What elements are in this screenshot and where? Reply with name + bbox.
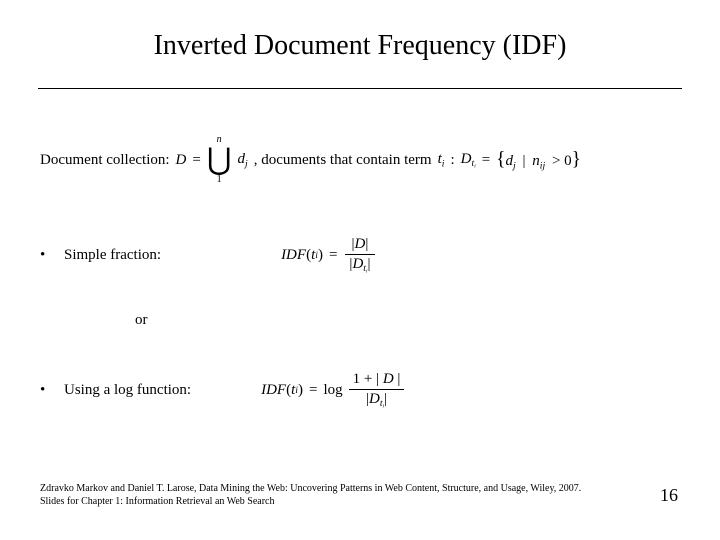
bullet-simple-text: Simple fraction: <box>64 247 161 264</box>
den2-D: D <box>369 391 380 407</box>
math-Dti-i: i <box>474 163 476 169</box>
num2-D: D <box>383 371 394 387</box>
page-number: 16 <box>660 485 678 506</box>
footer-line2: Slides for Chapter 1: Information Retrie… <box>40 496 600 509</box>
bullet-log: • Using a log function: IDF(ti) = log 1 … <box>40 370 406 411</box>
label-contain: , documents that contain term <box>254 152 432 169</box>
bullet-log-text: Using a log function: <box>64 382 191 399</box>
union-symbol: ⋃ <box>207 145 232 175</box>
set-gt0: > 0 <box>552 153 572 169</box>
bullet-simple: • Simple fraction: IDF(ti) = |D| |Dti| <box>40 235 377 276</box>
title-rule <box>38 88 682 89</box>
math-ti: ti <box>438 151 445 169</box>
math-set: {dj | nij > 0} <box>496 149 581 171</box>
den2-bar-r: | <box>384 391 387 407</box>
set-dj-d: d <box>506 153 514 169</box>
den-bar-r: | <box>368 256 371 272</box>
math-Dti-D: D <box>461 151 472 167</box>
math-Dti: Dti <box>461 151 476 170</box>
formula-log: IDF(ti) = log 1 + | D | |Dti| <box>261 370 406 411</box>
colon: : <box>450 152 454 169</box>
bullet-dot-icon: • <box>40 382 64 399</box>
num2-1plus: 1 + | <box>353 371 379 387</box>
fraction-log: 1 + | D | |Dti| <box>349 370 405 411</box>
num-bar-r: | <box>365 236 368 252</box>
math-eq2: = <box>482 152 490 169</box>
num-D: D <box>355 236 366 252</box>
slide: Inverted Document Frequency (IDF) Docume… <box>0 0 720 540</box>
log-label: log <box>323 382 342 399</box>
formula-simple: IDF(ti) = |D| |Dti| <box>281 235 376 276</box>
math-dj-j: j <box>245 158 248 169</box>
definition-line: Document collection: D = n ⋃ 1 dj , docu… <box>40 135 680 185</box>
union-operator: n ⋃ 1 <box>207 135 232 185</box>
idf-eq: = <box>329 247 337 264</box>
footer-citation: Zdravko Markov and Daniel T. Larose, Dat… <box>40 483 600 508</box>
union-bot: 1 <box>217 175 222 185</box>
set-ij: ij <box>540 160 545 171</box>
idf2-label: IDF <box>261 382 286 399</box>
math-eq: = <box>192 152 200 169</box>
footer-line1: Zdravko Markov and Daniel T. Larose, Dat… <box>40 483 600 496</box>
set-dj-j: j <box>513 160 516 171</box>
num2-bar-r: | <box>397 371 400 387</box>
bullet-dot-icon: • <box>40 247 64 264</box>
slide-title: Inverted Document Frequency (IDF) <box>0 30 720 62</box>
math-dj-d: d <box>237 151 245 167</box>
label-collection: Document collection: <box>40 152 170 169</box>
set-bar: | <box>523 153 526 169</box>
math-ti-i: i <box>442 158 445 169</box>
idf2-eq: = <box>309 382 317 399</box>
den-D: D <box>352 256 363 272</box>
math-dj: dj <box>237 151 247 169</box>
fraction-simple: |D| |Dti| <box>345 235 374 276</box>
math-D: D <box>176 152 187 169</box>
or-label: or <box>135 312 148 329</box>
idf-label: IDF <box>281 247 306 264</box>
set-n: n <box>532 153 540 169</box>
